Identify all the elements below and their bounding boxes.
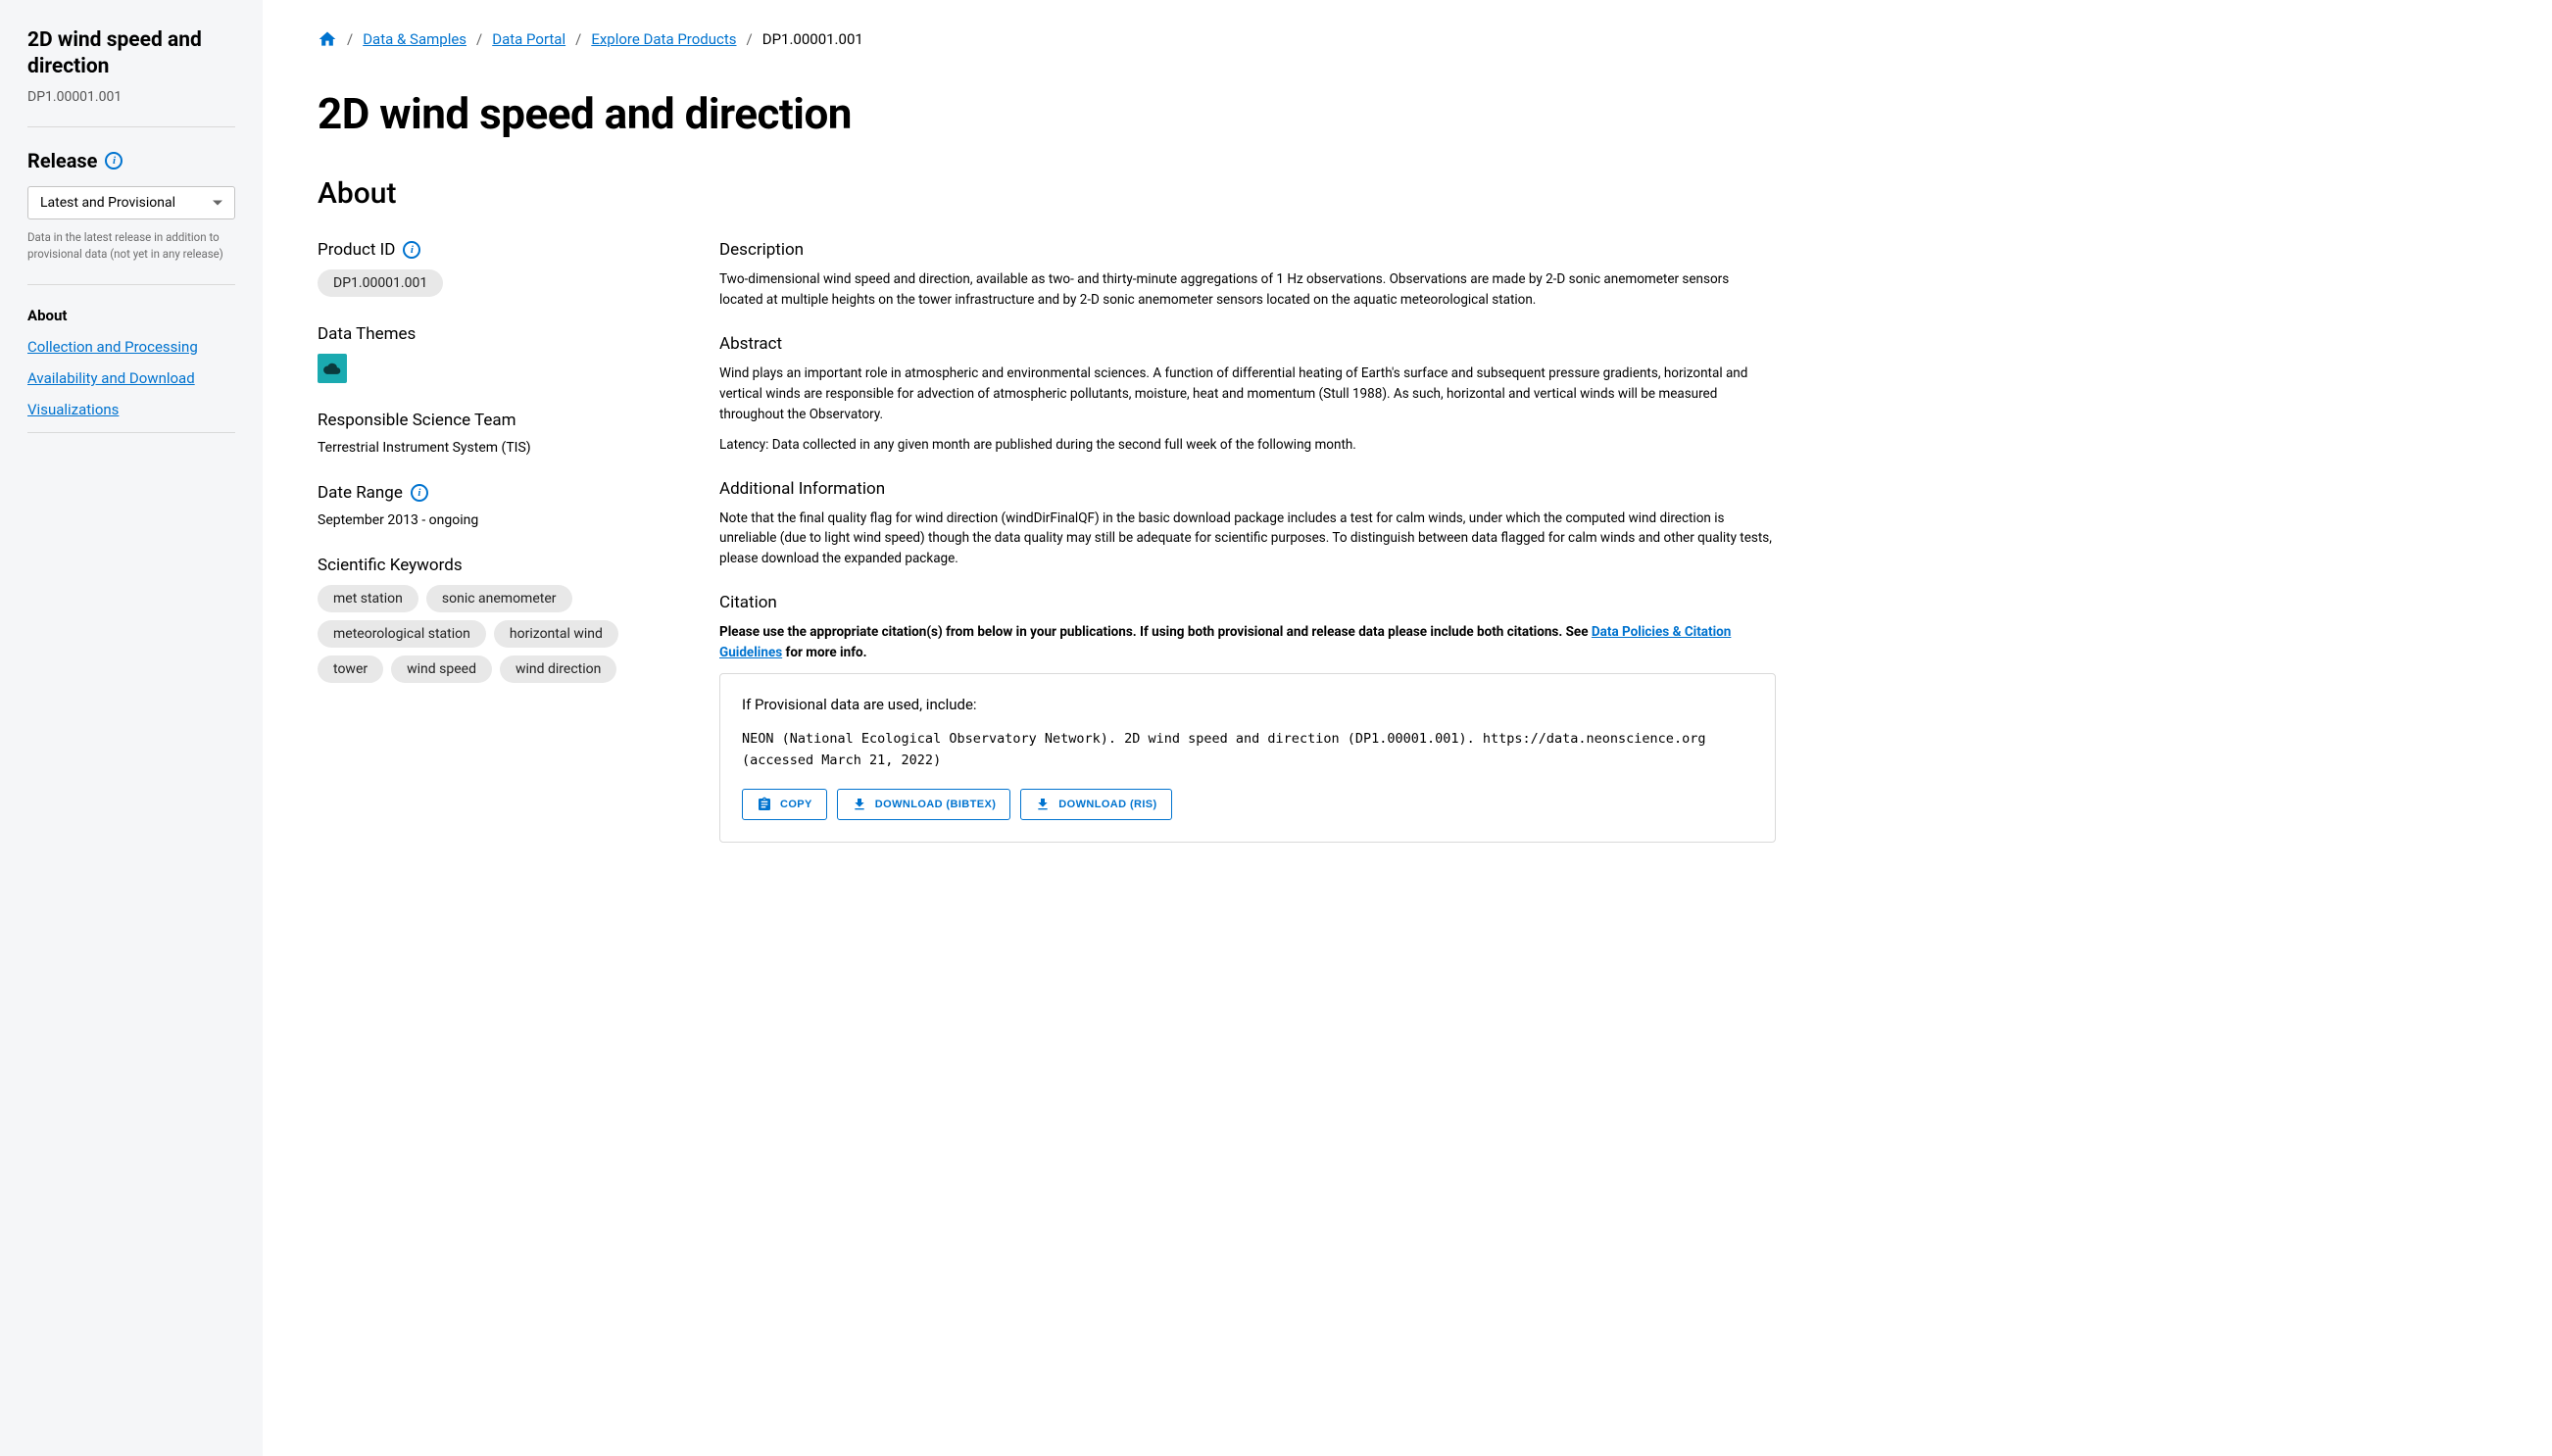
citation-intro: Please use the appropriate citation(s) f… — [719, 622, 1776, 663]
team-value: Terrestrial Instrument System (TIS) — [318, 440, 680, 456]
about-left-column: Product ID i DP1.00001.001 Data Themes R… — [318, 240, 680, 710]
provisional-citation-text: NEON (National Ecological Observatory Ne… — [742, 729, 1753, 771]
sidebar-item-collection[interactable]: Collection and Processing — [27, 338, 235, 356]
sidebar: 2D wind speed and direction DP1.00001.00… — [0, 0, 263, 1456]
sidebar-item-availability[interactable]: Availability and Download — [27, 369, 235, 387]
citation-intro-post: for more info. — [782, 645, 866, 660]
main-content: / Data & Samples / Data Portal / Explore… — [263, 0, 1831, 1456]
addl-info-text: Note that the final quality flag for win… — [719, 509, 1776, 570]
citation-intro-pre: Please use the appropriate citation(s) f… — [719, 624, 1592, 640]
sidebar-item-visualizations[interactable]: Visualizations — [27, 401, 235, 418]
info-icon[interactable]: i — [105, 152, 123, 170]
release-select-value: Latest and Provisional — [40, 195, 175, 211]
sidebar-item-about[interactable]: About — [27, 307, 235, 324]
sidebar-subtitle: DP1.00001.001 — [27, 89, 235, 105]
about-heading: About — [318, 176, 1776, 211]
abstract-label: Abstract — [719, 334, 1776, 354]
breadcrumb-link[interactable]: Data & Samples — [363, 30, 466, 48]
breadcrumb-current: DP1.00001.001 — [762, 30, 863, 48]
about-right-column: Description Two-dimensional wind speed a… — [719, 240, 1776, 866]
atmosphere-theme-icon[interactable] — [318, 354, 347, 383]
download-ris-button[interactable]: DOWNLOAD (RIS) — [1020, 789, 1171, 820]
keyword-chip[interactable]: met station — [318, 585, 418, 612]
citation-box-provisional: If Provisional data are used, include: N… — [719, 673, 1776, 843]
release-label: Release — [27, 149, 97, 172]
download-ris-label: DOWNLOAD (RIS) — [1058, 799, 1156, 810]
sidebar-title: 2D wind speed and direction — [27, 27, 235, 81]
keyword-chip[interactable]: horizontal wind — [494, 620, 618, 648]
info-icon[interactable]: i — [403, 241, 420, 259]
download-icon — [1035, 797, 1051, 812]
sidebar-nav: About Collection and Processing Availabi… — [27, 307, 235, 418]
keyword-chip[interactable]: meteorological station — [318, 620, 486, 648]
breadcrumb-sep: / — [575, 30, 581, 48]
description-text: Two-dimensional wind speed and direction… — [719, 269, 1776, 311]
home-icon[interactable] — [318, 29, 337, 49]
keyword-chip[interactable]: wind direction — [500, 655, 616, 683]
breadcrumb-sep: / — [747, 30, 753, 48]
divider — [27, 284, 235, 285]
download-icon — [852, 797, 867, 812]
abstract-text: Wind plays an important role in atmosphe… — [719, 364, 1776, 425]
breadcrumb-sep: / — [347, 30, 353, 48]
description-label: Description — [719, 240, 1776, 260]
keywords-list: met station sonic anemometer meteorologi… — [318, 585, 680, 683]
clipboard-icon — [757, 797, 772, 812]
daterange-value: September 2013 - ongoing — [318, 512, 680, 528]
citation-label: Citation — [719, 593, 1776, 612]
data-themes-label: Data Themes — [318, 324, 416, 344]
page-title: 2D wind speed and direction — [318, 88, 1776, 139]
divider — [27, 126, 235, 127]
breadcrumb-sep: / — [476, 30, 482, 48]
keyword-chip[interactable]: wind speed — [391, 655, 492, 683]
copy-button[interactable]: COPY — [742, 789, 827, 820]
product-id-label: Product ID — [318, 240, 395, 260]
download-bibtex-button[interactable]: DOWNLOAD (BIBTEX) — [837, 789, 1011, 820]
info-icon[interactable]: i — [411, 484, 428, 502]
keyword-chip[interactable]: tower — [318, 655, 383, 683]
keyword-chip[interactable]: sonic anemometer — [426, 585, 572, 612]
breadcrumb-link[interactable]: Data Portal — [492, 30, 565, 48]
download-bibtex-label: DOWNLOAD (BIBTEX) — [875, 799, 997, 810]
divider — [27, 432, 235, 433]
addl-info-label: Additional Information — [719, 479, 1776, 499]
release-select[interactable]: Latest and Provisional — [27, 186, 235, 219]
team-label: Responsible Science Team — [318, 411, 516, 430]
product-id-chip: DP1.00001.001 — [318, 269, 443, 297]
release-helper-text: Data in the latest release in addition t… — [27, 229, 235, 264]
breadcrumb-link[interactable]: Explore Data Products — [591, 30, 736, 48]
abstract-latency: Latency: Data collected in any given mon… — [719, 435, 1776, 456]
keywords-label: Scientific Keywords — [318, 556, 463, 575]
provisional-label: If Provisional data are used, include: — [742, 696, 1753, 713]
breadcrumb: / Data & Samples / Data Portal / Explore… — [318, 29, 1776, 49]
copy-button-label: COPY — [780, 799, 812, 810]
daterange-label: Date Range — [318, 483, 403, 503]
